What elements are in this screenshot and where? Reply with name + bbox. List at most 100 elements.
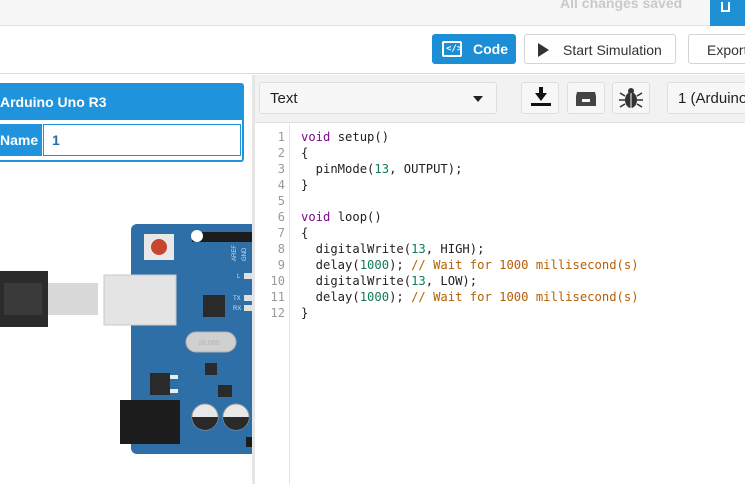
code-token: { [301,146,309,160]
editor-mode-value: Text [270,90,298,107]
start-simulation-button[interactable]: Start Simulation [524,34,676,64]
debugger-bug-icon [619,88,643,108]
code-icon: </> [442,41,462,57]
crystal-label: 16.000 [198,340,220,347]
name-label: Name [0,124,42,156]
download-icon-bar [531,103,551,106]
code-token: ); [389,258,412,272]
top-bar: All changes saved [0,0,745,26]
code-line[interactable]: { [301,145,308,161]
code-token: , OUTPUT); [389,162,463,176]
export-button[interactable]: Export [688,34,745,64]
led-tx-label: TX [233,296,241,302]
panel-icon [721,2,730,12]
save-status: All changes saved [560,0,683,11]
editor-mode-select[interactable]: Text [259,82,497,114]
regulator-leg-bottom [170,389,178,393]
usb-cable-metal [48,283,98,315]
code-token: digitalWrite( [301,242,412,256]
code-number: 13 [411,242,426,256]
line-number: 10 [270,274,285,288]
line-number: 4 [277,178,285,192]
code-token: } [301,306,309,320]
small-chip [205,363,217,375]
code-button-label: Code [473,41,508,57]
code-token: setup() [330,130,390,144]
code-line[interactable]: delay(1000); // Wait for 1000 millisecon… [301,289,639,305]
mounting-hole [191,230,203,242]
transistor [218,385,232,397]
code-token: , LOW); [425,274,478,288]
code-number: 1000 [359,258,390,272]
code-line[interactable]: } [301,305,308,321]
code-line[interactable]: delay(1000); // Wait for 1000 millisecon… [301,257,639,273]
components-panel-toggle[interactable] [710,0,745,26]
line-number: 8 [277,242,285,256]
aref-pin-label: AREF [232,245,238,261]
usb-port [103,274,177,326]
code-comment: // Wait for 1000 millisecond(s) [411,290,639,304]
code-token: loop() [330,210,382,224]
line-number-gutter: 1 2 3 4 5 6 7 8 9 10 11 12 [255,124,290,484]
code-keyword: void [301,130,331,144]
line-number: 9 [277,258,285,272]
line-number: 1 [277,130,285,144]
code-token: { [301,226,309,240]
download-code-button[interactable] [521,82,559,114]
component-properties-panel: Arduino Uno R3 Name 1 [0,83,244,162]
start-simulation-label: Start Simulation [563,42,662,58]
code-number: 13 [374,162,390,176]
component-title: Arduino Uno R3 [0,85,242,120]
name-input[interactable]: 1 [43,124,241,156]
code-token: delay( [301,258,360,272]
code-comment: // Wait for 1000 millisecond(s) [411,258,639,272]
download-icon [535,93,547,101]
voltage-regulator [150,373,170,395]
regulator-leg-top [170,375,178,379]
code-editor-header: Text 1 (Arduino [255,75,745,123]
code-number: 13 [411,274,426,288]
code-token: } [301,178,309,192]
code-line[interactable]: } [301,177,308,193]
circuit-canvas[interactable]: AREF GND L TX RX 16.000 Arduino Uno R3 N… [0,75,252,484]
led-rx-label: RX [233,306,241,312]
led-tx [244,295,252,301]
code-line[interactable]: digitalWrite(13, LOW); [301,273,477,289]
debugger-button[interactable] [612,82,650,114]
serial-device-value: 1 (Arduino [678,90,745,107]
code-number: 1000 [359,290,390,304]
power-jack [120,400,180,444]
libraries-button[interactable] [567,82,605,114]
line-number: 6 [277,210,285,224]
code-token: ); [389,290,412,304]
code-token: pinMode( [301,162,375,176]
toolbar: </> Code Start Simulation Export [0,26,745,74]
led-l [244,273,252,279]
code-keyword: void [301,210,331,224]
line-number: 5 [277,194,285,208]
code-line[interactable]: pinMode(13, OUTPUT); [301,161,463,177]
line-number: 2 [277,146,285,160]
code-button[interactable]: </> Code [432,34,516,64]
code-token: delay( [301,290,360,304]
line-number: 7 [277,226,285,240]
code-line[interactable]: void setup() [301,129,389,145]
code-text-area[interactable]: void setup(){ pinMode(13, OUTPUT);} void … [291,124,745,484]
led-rx [244,305,252,311]
chevron-down-icon [473,96,483,102]
line-number: 11 [270,290,285,304]
play-icon [538,43,549,57]
usb-cable-inner [4,283,42,315]
code-line[interactable]: { [301,225,308,241]
code-token: digitalWrite( [301,274,412,288]
usb-chip [203,295,225,317]
code-icon-glyph: </> [446,44,463,54]
circuit-editor-window: All changes saved </> Code Start Simulat… [0,0,745,484]
reset-button[interactable] [151,239,167,255]
serial-device-select[interactable]: 1 (Arduino [667,82,745,114]
code-token: , HIGH); [425,242,485,256]
code-line[interactable]: digitalWrite(13, HIGH); [301,241,485,257]
line-number: 3 [277,162,285,176]
code-line[interactable]: void loop() [301,209,382,225]
library-icon [576,92,596,106]
